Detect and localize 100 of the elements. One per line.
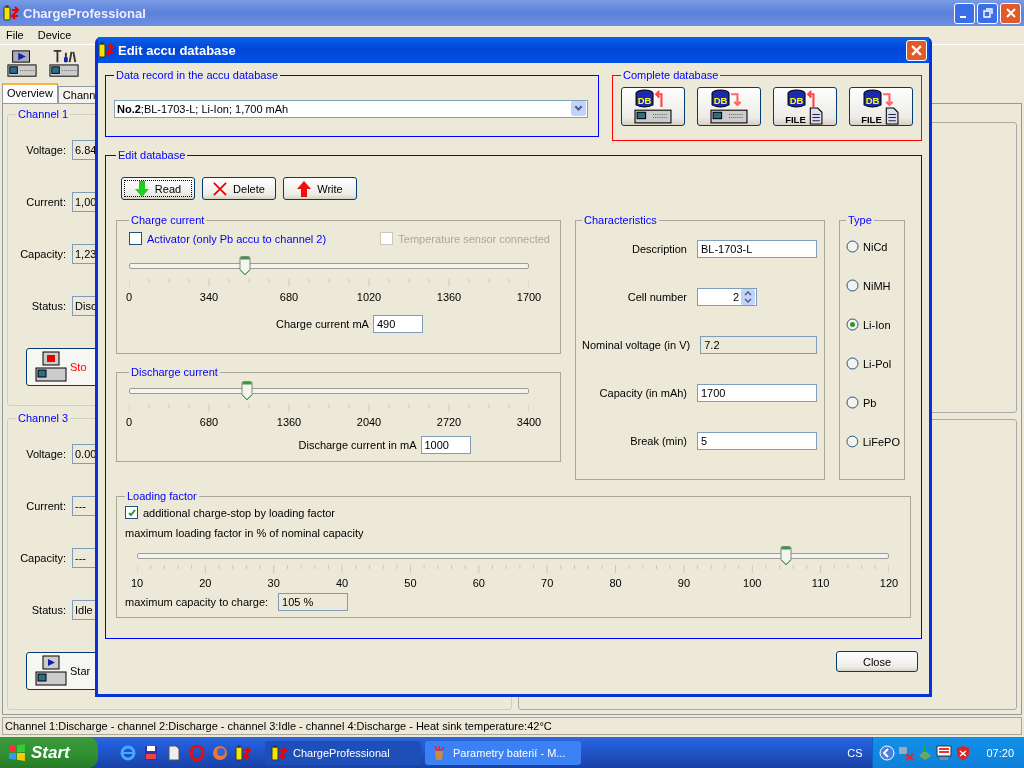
field-label: Cell number — [627, 291, 687, 303]
checkbox[interactable] — [125, 506, 138, 519]
pencil-cup-icon — [431, 744, 447, 761]
tick-label: 1360 — [436, 291, 462, 303]
group-title: Channel 3 — [17, 412, 70, 424]
monitor-icon[interactable] — [936, 744, 953, 761]
field-label: Description — [631, 243, 687, 255]
checkbox-option[interactable]: Activator (only Pb accu to channel 2) — [129, 232, 327, 245]
input-field[interactable]: 1700 — [697, 384, 817, 402]
field-label: Discharge current in mA — [298, 439, 417, 451]
field-label: Capacity: — [19, 248, 66, 260]
tick-label: 10 — [130, 577, 144, 589]
close-icon — [1005, 8, 1016, 18]
radio-option[interactable]: LiFePO — [846, 435, 900, 448]
down-arrow-icon — [134, 180, 149, 197]
radio-option[interactable]: Li-Ion — [846, 318, 900, 331]
close-button[interactable] — [1000, 2, 1021, 24]
input-field[interactable]: 1000 — [420, 436, 471, 454]
restore-button[interactable] — [977, 2, 998, 24]
tick-label: 340 — [199, 291, 219, 303]
radio-button[interactable] — [846, 396, 859, 409]
record-dropdown[interactable]: No.2;BL-1703-L; Li-Ion; 1,700 mAh — [114, 99, 588, 118]
input-field[interactable]: BL-1703-L — [697, 240, 817, 258]
tick-label: 1020 — [356, 291, 382, 303]
shield-icon[interactable] — [955, 744, 972, 761]
taskbar-task[interactable]: ChargeProfessional — [265, 740, 421, 765]
menu-item[interactable]: File — [6, 29, 24, 41]
slider-thumb[interactable] — [241, 381, 253, 401]
file-database-button[interactable]: DB FILE — [773, 87, 837, 126]
slider-label: maximum loading factor in % of nominal capacity — [125, 527, 365, 539]
input-field[interactable]: 5 — [697, 432, 817, 450]
read-button[interactable]: Read — [121, 177, 195, 200]
up-arrow-icon — [297, 180, 312, 197]
fox-globe-icon[interactable] — [212, 744, 228, 761]
taskbar-task[interactable]: Parametry baterií - M... — [425, 740, 581, 765]
document-icon[interactable] — [166, 744, 182, 761]
tick-label: 70 — [541, 577, 554, 589]
tick-label: 0 — [125, 416, 133, 428]
group-title: Charge current — [130, 214, 206, 226]
window-title: ChargeProfessional — [23, 5, 146, 21]
radio-option[interactable]: NiCd — [846, 240, 900, 253]
minimize-button[interactable] — [954, 2, 975, 24]
device-database-button[interactable]: DB — [697, 87, 761, 126]
field-label: Nominal voltage (in V) — [582, 339, 691, 351]
expand-tray-icon[interactable] — [879, 744, 896, 761]
windows-logo-icon — [8, 743, 26, 762]
battery-arrows-icon — [271, 744, 287, 761]
radio-option[interactable]: Pb — [846, 396, 900, 409]
tab[interactable]: Overview — [2, 83, 58, 103]
delete-button[interactable]: Delete — [202, 177, 276, 200]
device-database-button[interactable]: DB — [621, 87, 685, 126]
radio-button[interactable] — [846, 435, 859, 448]
group-title: Edit database — [117, 149, 187, 161]
radio-button[interactable] — [846, 240, 859, 253]
tick-label: 1700 — [516, 291, 542, 303]
tick-label: 110 — [811, 577, 830, 589]
write-button[interactable]: Write — [283, 177, 357, 200]
spinner-arrows-icon[interactable] — [741, 289, 755, 305]
group-title: Characteristics — [583, 214, 658, 226]
browser-icon[interactable] — [120, 744, 136, 761]
field-label: Current: — [25, 500, 66, 512]
field-label: Charge current mA — [276, 318, 369, 330]
radio-option[interactable]: Li-Pol — [846, 357, 900, 370]
field-label: maximum capacity to charge: — [125, 596, 269, 608]
group-title: Data record in the accu database — [115, 69, 280, 81]
checkbox[interactable] — [129, 232, 142, 245]
tick-label: 0 — [125, 291, 133, 303]
language-indicator[interactable]: CS — [847, 746, 863, 759]
readonly-field: 105 % — [278, 593, 349, 611]
close-button[interactable]: Close — [836, 651, 918, 672]
radio-button[interactable] — [846, 357, 859, 370]
battery-arrows-icon — [235, 744, 251, 761]
tick-label: 20 — [199, 577, 212, 589]
slider-thumb[interactable] — [238, 256, 251, 276]
file-database-button[interactable]: DB FILE — [849, 87, 913, 126]
tick-label: 50 — [404, 577, 417, 589]
tick-label: 90 — [677, 577, 691, 589]
start-button[interactable]: Start — [0, 737, 98, 768]
tick-label: 680 — [199, 416, 219, 428]
field-label: Current: — [25, 196, 66, 208]
tick-label: 100 — [743, 577, 762, 589]
radio-button[interactable] — [846, 279, 859, 292]
radio-option[interactable]: NiMH — [846, 279, 900, 292]
menu-item[interactable]: Device — [37, 29, 72, 41]
radio-button[interactable] — [846, 318, 859, 331]
checkbox-option[interactable]: additional charge-stop by loading factor — [125, 506, 900, 519]
group-title: Discharge current — [130, 366, 219, 378]
restore-icon — [982, 8, 993, 18]
tick-label: 3400 — [516, 416, 542, 428]
input-field[interactable]: 490 — [372, 315, 423, 333]
tick-label: 2720 — [436, 416, 462, 428]
slider-thumb[interactable] — [780, 546, 792, 566]
field-label: Voltage: — [25, 144, 66, 156]
spinner-field[interactable]: 2 — [697, 288, 757, 306]
network-error-icon[interactable] — [898, 744, 915, 761]
cross-icon — [213, 180, 228, 197]
group-title: Channel 1 — [17, 108, 70, 120]
close-button[interactable] — [906, 39, 927, 61]
tick-label: 2040 — [356, 416, 382, 428]
readonly-field: 7.2 — [700, 336, 817, 354]
